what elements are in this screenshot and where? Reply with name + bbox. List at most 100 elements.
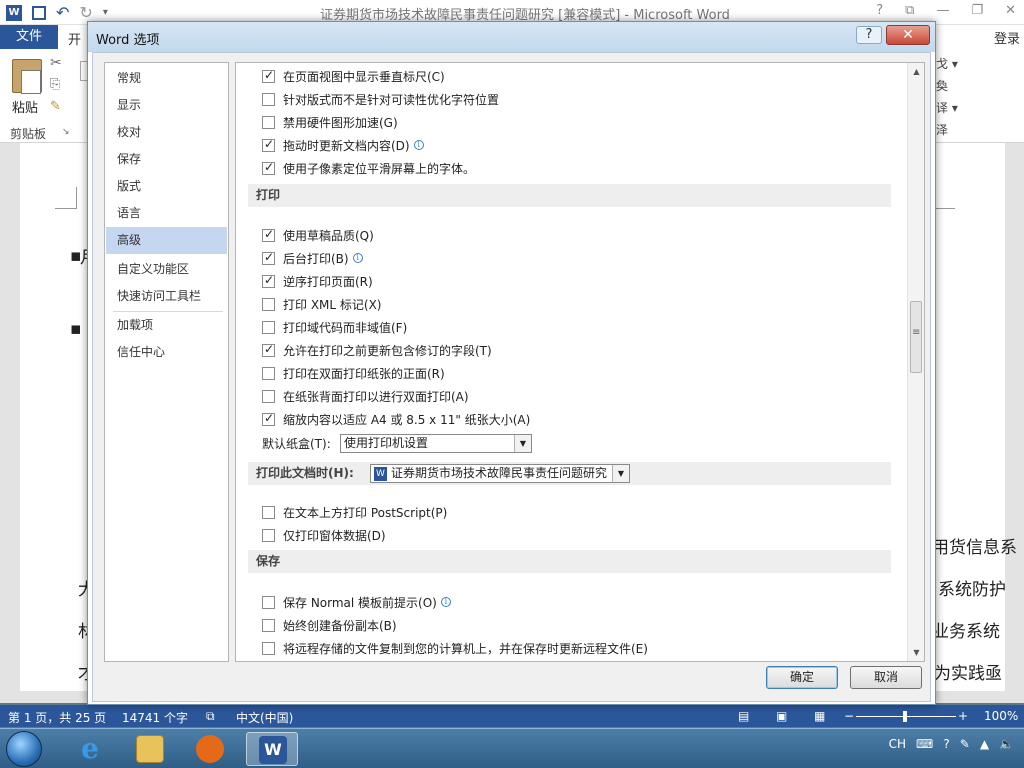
option-update-while-dragging[interactable]: 拖动时更新文档内容(D) i [262, 135, 424, 155]
nav-layout[interactable]: 版式 [106, 173, 227, 200]
nav-advanced[interactable]: 高级 [106, 227, 227, 254]
checkbox[interactable] [262, 160, 275, 175]
show-hidden-icons[interactable]: ▲ [980, 737, 989, 751]
option-print-postscript[interactable]: 在文本上方打印 PostScript(P) [262, 502, 447, 522]
checkbox[interactable] [262, 595, 275, 609]
option-optimize-char-position[interactable]: 针对版式而不是针对可读性优化字符位置 [262, 89, 499, 109]
option-draft-quality[interactable]: 使用草稿品质(Q) [262, 225, 374, 245]
help-button[interactable]: ? [856, 26, 882, 44]
scrollbar-thumb[interactable] [910, 301, 922, 373]
option-print-front-duplex[interactable]: 打印在双面打印纸张的正面(R) [262, 363, 445, 383]
taskbar-ie[interactable]: e [64, 732, 116, 766]
option-print-form-data[interactable]: 仅打印窗体数据(D) [262, 525, 386, 545]
print-layout-icon[interactable]: ▣ [776, 709, 787, 723]
undo-icon[interactable]: ↶ [56, 3, 69, 22]
web-layout-icon[interactable]: ▦ [814, 709, 825, 723]
print-document-select[interactable]: W 证券期货市场技术故障民事责任问题研究 ▼ [370, 464, 630, 483]
tab-file[interactable]: 文件 [0, 25, 58, 49]
checkbox[interactable] [262, 528, 275, 542]
clipboard-launcher-icon[interactable]: ↘ [62, 127, 70, 137]
close-button[interactable]: ✕ [886, 25, 930, 45]
zoom-in-icon[interactable]: + [958, 709, 968, 723]
checkbox[interactable] [262, 320, 275, 334]
zoom-out-icon[interactable]: − [844, 709, 854, 723]
checkbox[interactable] [262, 342, 275, 357]
keyboard-icon[interactable]: ⌨ [916, 737, 933, 751]
option-subpixel-positioning[interactable]: 使用子像素定位平滑屏幕上的字体。 [262, 158, 475, 178]
login-link[interactable]: 登录 [994, 28, 1020, 47]
option-print-xml-tags[interactable]: 打印 XML 标记(X) [262, 294, 381, 314]
option-background-print[interactable]: 后台打印(B) i [262, 248, 363, 268]
ribbon-fragment[interactable]: 泽 [936, 119, 958, 141]
options-scrollbar[interactable]: ▲ ▼ [907, 63, 924, 661]
volume-icon[interactable]: 🔈 [999, 737, 1014, 751]
checkbox[interactable] [262, 137, 275, 152]
checkbox[interactable] [262, 273, 275, 288]
options-scroll-area[interactable]: 在页面视图中显示垂直标尺(C) 针对版式而不是针对可读性优化字符位置 禁用硬件图… [236, 63, 907, 661]
nav-general[interactable]: 常规 [106, 65, 227, 92]
info-icon[interactable]: i [413, 140, 424, 150]
copy-icon[interactable]: ⎘ [50, 77, 60, 92]
zoom-level[interactable]: 100% [984, 709, 1018, 723]
info-icon[interactable]: i [352, 253, 363, 263]
restore-ribbon-icon[interactable]: ⧉ [905, 3, 914, 18]
ribbon-options-icon[interactable]: ? [876, 3, 883, 18]
chevron-down-icon[interactable]: ▼ [612, 465, 629, 482]
checkbox[interactable] [262, 115, 275, 129]
scroll-up-icon[interactable]: ▲ [908, 63, 924, 80]
checkbox[interactable] [262, 227, 275, 242]
start-button[interactable] [6, 731, 42, 767]
nav-add-ins[interactable]: 加载项 [106, 312, 227, 339]
default-tray-select[interactable]: 使用打印机设置 ▼ [340, 434, 532, 453]
save-icon[interactable] [32, 5, 46, 20]
read-mode-icon[interactable]: ▤ [738, 709, 749, 723]
format-painter-icon[interactable]: ✎ [50, 99, 61, 114]
language-indicator-tray[interactable]: CH [889, 737, 906, 751]
scroll-down-icon[interactable]: ▼ [908, 644, 924, 661]
close-window-icon[interactable]: ✕ [1005, 3, 1016, 18]
taskbar-media-player[interactable] [184, 732, 236, 766]
nav-quick-access-toolbar[interactable]: 快速访问工具栏 [106, 283, 227, 310]
ribbon-fragment[interactable]: 奐 [936, 75, 958, 97]
nav-trust-center[interactable]: 信任中心 [106, 339, 227, 366]
option-reverse-print-order[interactable]: 逆序打印页面(R) [262, 271, 373, 291]
option-vertical-ruler[interactable]: 在页面视图中显示垂直标尺(C) [262, 66, 445, 86]
minimize-icon[interactable]: — [936, 3, 949, 18]
nav-customize-ribbon[interactable]: 自定义功能区 [106, 256, 227, 283]
option-scale-to-paper[interactable]: 缩放内容以适应 A4 或 8.5 x 11" 纸张大小(A) [262, 409, 530, 429]
checkbox[interactable] [262, 505, 275, 519]
option-copy-remote-files[interactable]: 将远程存储的文件复制到您的计算机上，并在保存时更新远程文件(E) [262, 638, 648, 658]
option-print-back-duplex[interactable]: 在纸张背面打印以进行双面打印(A) [262, 386, 469, 406]
taskbar-word[interactable]: W [246, 732, 298, 766]
nav-language[interactable]: 语言 [106, 200, 227, 227]
nav-proofing[interactable]: 校对 [106, 119, 227, 146]
ribbon-fragment[interactable]: 戈 ▾ [936, 53, 958, 75]
checkbox[interactable] [262, 92, 275, 106]
option-prompt-save-normal[interactable]: 保存 Normal 模板前提示(O) i [262, 592, 451, 612]
tab-home[interactable]: 开 [68, 29, 81, 48]
customize-qat-icon[interactable]: ▾ [103, 7, 108, 18]
redo-icon[interactable]: ↻ [79, 3, 92, 22]
ok-button[interactable]: 确定 [766, 666, 838, 689]
taskbar-explorer[interactable] [124, 732, 176, 766]
pen-icon[interactable]: ✎ [960, 737, 970, 751]
chevron-down-icon[interactable]: ▼ [514, 435, 531, 452]
option-disable-hw-acceleration[interactable]: 禁用硬件图形加速(G) [262, 112, 398, 132]
language-indicator[interactable]: 中文(中国) [236, 709, 293, 726]
word-count[interactable]: 14741 个字 [122, 709, 188, 726]
page-count[interactable]: 第 1 页，共 25 页 [8, 709, 106, 726]
word-app-icon[interactable]: W [6, 4, 22, 21]
cancel-button[interactable]: 取消 [850, 666, 922, 689]
info-icon[interactable]: i [440, 597, 451, 607]
zoom-slider-thumb[interactable] [903, 711, 907, 722]
checkbox[interactable] [262, 618, 275, 632]
option-always-backup[interactable]: 始终创建备份副本(B) [262, 615, 397, 635]
ribbon-fragment[interactable]: 译 ▾ [936, 97, 958, 119]
checkbox[interactable] [262, 366, 275, 380]
proofing-icon[interactable]: ⧉ [206, 709, 215, 724]
nav-display[interactable]: 显示 [106, 92, 227, 119]
checkbox[interactable] [262, 68, 275, 83]
help-icon[interactable]: ? [943, 737, 949, 751]
option-update-tracked-fields[interactable]: 允许在打印之前更新包含修订的字段(T) [262, 340, 492, 360]
checkbox[interactable] [262, 641, 275, 655]
